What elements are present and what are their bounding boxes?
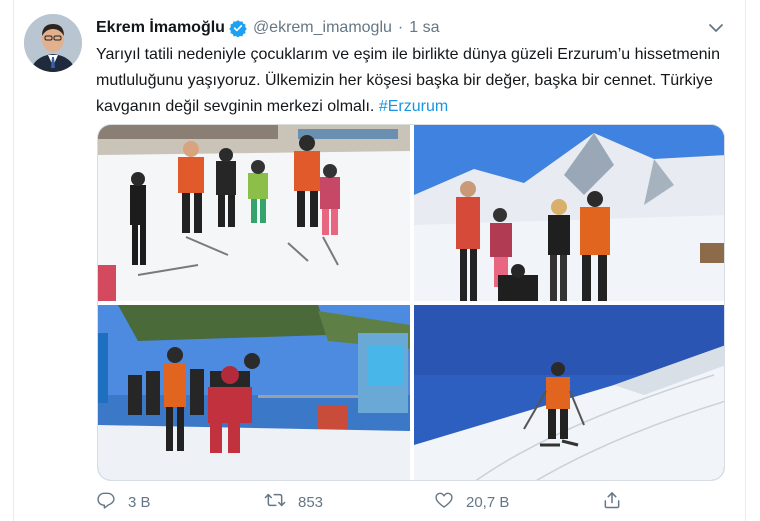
like-count: 20,7 B — [466, 493, 510, 511]
heart-icon — [434, 490, 466, 514]
tweet-media-grid — [97, 124, 725, 481]
reply-count: 3 B — [128, 493, 151, 511]
reply-button[interactable]: 3 B — [96, 489, 151, 515]
photo-chairlift-queue[interactable] — [98, 305, 410, 480]
photo-single-skier[interactable] — [414, 305, 724, 480]
chevron-down-icon[interactable] — [706, 18, 726, 38]
avatar[interactable] — [24, 14, 82, 72]
retweet-count: 853 — [298, 493, 324, 511]
share-button[interactable] — [602, 489, 634, 515]
author-name[interactable]: Ekrem İmamoğlu — [96, 19, 225, 37]
share-icon — [602, 490, 634, 514]
verified-badge-icon — [229, 19, 247, 37]
tweet-text: Yarıyıl tatili nedeniyle çocuklarım ve e… — [96, 42, 728, 120]
avatar-image — [24, 14, 82, 72]
like-button[interactable]: 20,7 B — [434, 489, 509, 515]
retweet-button[interactable]: 853 — [264, 489, 323, 515]
hashtag-link[interactable]: #Erzurum — [379, 98, 448, 115]
reply-icon — [96, 490, 128, 514]
author-handle[interactable]: @ekrem_imamoglu — [253, 19, 392, 37]
tweet-timestamp[interactable]: 1 sa — [409, 19, 439, 37]
retweet-icon — [264, 490, 298, 514]
photo-mountain-group[interactable] — [414, 125, 724, 301]
tweet-actions: 3 B 853 20,7 B — [96, 489, 716, 515]
separator-dot: · — [397, 19, 404, 36]
tweet-header: Ekrem İmamoğlu @ekrem_imamoglu · 1 sa — [96, 16, 736, 40]
photo-family-ski-group[interactable] — [98, 125, 410, 301]
